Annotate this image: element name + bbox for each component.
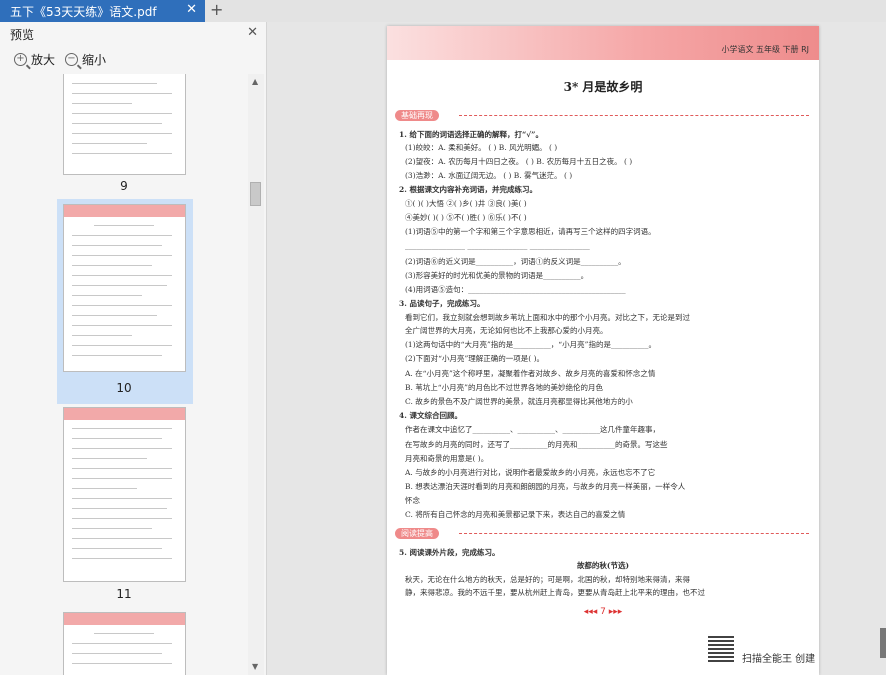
page-text-line: (2)下面对“小月亮”理解正确的一项是( )。: [405, 354, 545, 363]
page-thumbnail[interactable]: [63, 612, 186, 675]
page-text-line: (1)词语⑤中的第一个字和第三个字意思相近，请再写三个这样的四字词语。: [405, 227, 656, 236]
page-text-line: B. 想表达漂泊天涯时看到的月亮和朗朗园的月亮，与故乡的月亮一样美丽，一样令人: [405, 482, 686, 491]
page-text-line: 全广阔世界的大月亮，无论如何也比不上我那心爱的小月亮。: [405, 326, 608, 335]
page-text-line: A. 在“小月亮”这个称呼里，凝聚着作者对故乡、故乡月亮的喜爱和怀念之情: [405, 369, 656, 378]
page-thumbnail[interactable]: [63, 407, 186, 582]
page-text-line: (1)这两句话中的“大月亮”指的是__________，“小月亮”指的是____…: [405, 340, 656, 349]
scanner-watermark: 扫描全能王 创建: [742, 654, 816, 665]
question-heading: 5. 阅读课外片段，完成练习。: [399, 548, 500, 557]
zoom-toolbar: + 放大 − 缩小: [0, 48, 266, 72]
question-heading: 3. 品读句子，完成练习。: [399, 299, 485, 308]
page-header-text: 小学语文 五年级 下册 RJ: [721, 45, 809, 54]
page-thumbnail[interactable]: [63, 74, 186, 175]
document-tab[interactable]: 五下《53天天练》语文.pdf ✕: [0, 0, 205, 22]
page-text-line: C. 将所有自己怀念的月亮和美景都记录下来，表达自己的喜爱之情: [405, 510, 626, 519]
page-text-line: (3)浩渺：A. 水面辽阔无边。 ( ) B. 雾气迷茫。 ( ): [405, 171, 573, 180]
page-text-line: (1)皎皎：A. 柔和美好。 ( ) B. 风光明媚。 ( ): [405, 143, 558, 152]
section-divider: [459, 115, 809, 117]
page-text-line: ④美妙( )( ) ⑤不( )胜( ) ⑥乐( )不( ): [405, 213, 527, 222]
page-text-line: (2)词语⑥的近义词是__________，词语①的反义词是__________…: [405, 257, 626, 266]
page-number-label: 9: [120, 179, 128, 193]
title-bar: 五下《53天天练》语文.pdf ✕ +: [0, 0, 886, 22]
scroll-up-icon[interactable]: ▲: [252, 77, 258, 86]
zoom-in-button[interactable]: + 放大: [14, 51, 55, 68]
panel-title: 预览: [10, 28, 35, 42]
scroll-down-icon[interactable]: ▼: [252, 662, 258, 671]
question-heading: 2. 根据课文内容补充词语，并完成练习。: [399, 185, 537, 194]
zoom-in-label: 放大: [31, 53, 56, 67]
page-text-line: A. 与故乡的小月亮进行对比，说明作者最爱故乡的小月亮，永远也忘不了它: [405, 468, 656, 477]
zoom-in-icon: +: [14, 53, 27, 66]
page-title: 3* 月是故乡明: [563, 80, 643, 94]
question-heading: 4. 课文综合回顾。: [399, 411, 462, 420]
page-text-line: 秋天，无论在什么地方的秋天，总是好的；可是啊，北国的秋，却特别地来得清，来得: [405, 575, 690, 584]
page-text-line: ________________ ________________ ______…: [405, 241, 590, 250]
page-text-line: 作者在课文中追忆了__________、__________、_________…: [405, 425, 660, 434]
thumbnail-scrollbar[interactable]: ▲ ▼: [248, 74, 264, 675]
zoom-out-label: 缩小: [82, 53, 107, 67]
page-text-line: C. 故乡的景色不及广阔世界的美景，就连月亮都显得比其他地方的小: [405, 397, 633, 406]
page-text-line: ①( )( )大悟 ②( )乡( )井 ③良( )美( ): [405, 199, 527, 208]
question-heading: 1. 给下面的词语选择正确的解释，打“√”。: [399, 130, 543, 139]
page-text-line: 静，来得悲凉。我的不远千里，要从杭州赶上青岛，更要从青岛赶上北平来的理由，也不过: [405, 588, 705, 597]
page-text-line: (4)用词语⑤造句：______________________________…: [405, 285, 626, 294]
close-icon[interactable]: ✕: [247, 25, 258, 40]
zoom-out-icon: −: [65, 53, 78, 66]
scrollbar-thumb[interactable]: [250, 182, 261, 206]
page-thumbnail[interactable]: [63, 204, 186, 372]
page-text-line: 月亮和奇景的用意是( )。: [405, 454, 489, 463]
section-badge: 基础再现: [395, 110, 439, 121]
page-text-line: 在写故乡的月亮的同时，还写了__________的月亮和__________的奇…: [405, 440, 668, 449]
page-number: ◂◂◂ 7 ▸▸▸: [583, 607, 623, 617]
page-text-line: (3)形容美好的时光和优美的景物的词语是__________。: [405, 271, 589, 280]
page-number-label: 11: [116, 587, 132, 601]
page-number-label: 10: [116, 381, 132, 395]
preview-panel: 预览 ✕ + 放大 − 缩小 9 10 11 ▲ ▼: [0, 22, 267, 675]
pdf-page: 小学语文 五年级 下册 RJ 3* 月是故乡明 基础再现 阅读提高 1. 给下面…: [387, 26, 819, 675]
section-badge: 阅读提高: [395, 528, 439, 539]
viewer-scrollbar[interactable]: [880, 628, 886, 658]
page-text-line: B. 苇坑上“小月亮”的月色比不过世界各地的美妙绝伦的月色: [405, 383, 603, 392]
page-text-line: (2)望夜：A. 农历每月十四日之夜。 ( ) B. 农历每月十五日之夜。 ( …: [405, 157, 633, 166]
close-icon[interactable]: ✕: [186, 2, 197, 17]
panel-header: 预览 ✕: [0, 22, 266, 46]
zoom-out-button[interactable]: − 缩小: [65, 51, 106, 68]
question-heading: 故都的秋(节选): [576, 561, 630, 570]
tab-title: 五下《53天天练》语文.pdf: [10, 5, 157, 19]
page-text-line: 看到它们，我立刻就会想到故乡苇坑上面和水中的那个小月亮。对比之下，无论是到过: [405, 313, 690, 322]
section-divider: [459, 533, 809, 535]
thumbnail-list: 9 10 11: [0, 74, 248, 675]
qr-code-icon: [708, 636, 734, 662]
page-text-line: 怀念: [405, 496, 420, 505]
add-tab-icon[interactable]: +: [210, 0, 223, 19]
